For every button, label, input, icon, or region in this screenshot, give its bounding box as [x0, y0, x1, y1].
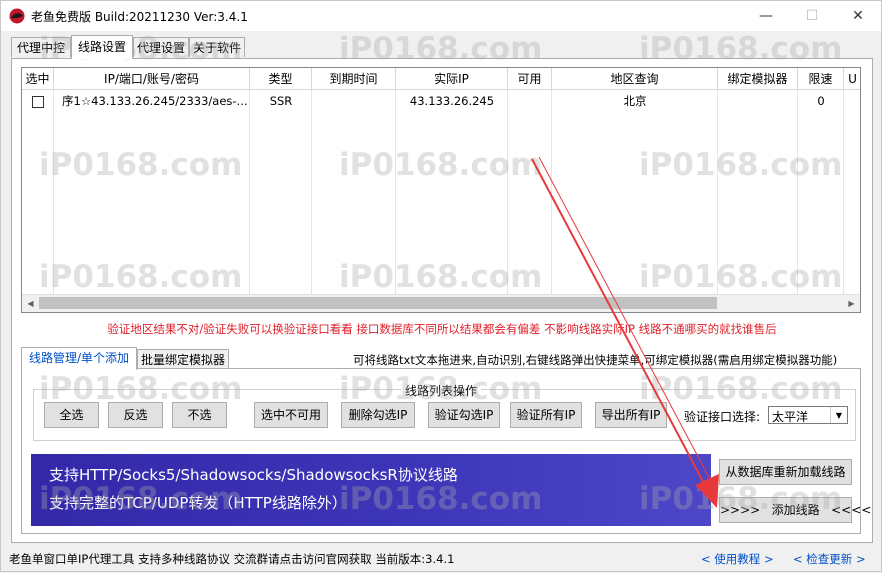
select-unavailable-button[interactable]: 选中不可用 [254, 402, 328, 428]
watermark: iP0168.com [339, 147, 543, 183]
scroll-left-icon[interactable]: ◀ [22, 295, 39, 312]
minimize-button[interactable]: — [743, 1, 789, 31]
column-u[interactable]: U [844, 68, 860, 90]
verify-warning-text: 验证地区结果不对/验证失败可以换验证接口看看 接口数据库不同所以结果都会有偏差 … [107, 322, 777, 336]
cell-emulator [718, 90, 798, 112]
watermark: iP0168.com [39, 481, 243, 517]
cell-u [844, 90, 860, 112]
cell-region: 北京 [623, 94, 647, 108]
fish-logo-icon [9, 8, 25, 24]
verify-api-label: 验证接口选择: [684, 410, 761, 424]
tab-line-settings[interactable]: 线路设置 [71, 35, 133, 59]
cell-expire [312, 90, 396, 112]
verify-api-select[interactable]: 太平洋 ▼ [768, 406, 848, 424]
column-region[interactable]: 地区查询 [552, 68, 718, 90]
chevron-down-icon[interactable]: ▼ [830, 407, 847, 423]
table-row[interactable]: 序1☆43.133.26.245/2333/aes-... SSR 43.133… [22, 90, 860, 112]
check-update-link[interactable]: < 检查更新 > [793, 551, 866, 567]
column-ip[interactable]: IP/端口/账号/密码 [54, 68, 250, 90]
watermark: iP0168.com [639, 371, 843, 407]
watermark: iP0168.com [639, 31, 843, 67]
column-expire[interactable]: 到期时间 [312, 68, 396, 90]
watermark: iP0168.com [339, 371, 543, 407]
watermark: iP0168.com [339, 481, 543, 517]
watermark: iP0168.com [39, 147, 243, 183]
cell-real-ip: 43.133.26.245 [409, 94, 495, 108]
tab-bind-emulator[interactable]: 批量绑定模拟器 [137, 349, 229, 369]
close-button[interactable]: ✕ [835, 1, 881, 31]
table-header: 选中 IP/端口/账号/密码 类型 到期时间 实际IP 可用 地区查询 绑定模拟… [22, 68, 860, 90]
watermark: iP0168.com [39, 371, 243, 407]
verify-api-value: 太平洋 [772, 410, 809, 424]
cell-type: SSR [269, 94, 293, 108]
scroll-right-icon[interactable]: ▶ [843, 295, 860, 312]
drag-hint-text: 可将线路txt文本拖进来,自动识别,右键线路弹出快捷菜单,可绑定模拟器(需启用绑… [353, 353, 838, 367]
column-available[interactable]: 可用 [508, 68, 552, 90]
tutorial-link[interactable]: < 使用教程 > [701, 551, 774, 567]
column-speed-limit[interactable]: 限速 [798, 68, 844, 90]
row-checkbox[interactable] [32, 95, 44, 108]
column-real-ip[interactable]: 实际IP [396, 68, 508, 90]
cell-ip: 序1☆43.133.26.245/2333/aes-... [62, 94, 248, 108]
watermark: iP0168.com [639, 259, 843, 295]
horizontal-scrollbar[interactable]: ◀ ▶ [22, 294, 860, 312]
tab-line-manage[interactable]: 线路管理/单个添加 [21, 347, 137, 370]
column-select[interactable]: 选中 [22, 68, 54, 90]
cell-available [508, 90, 552, 112]
status-text: 老鱼单窗口单IP代理工具 支持多种线路协议 交流群请点击访问官网获取 当前版本:… [9, 552, 455, 566]
cell-speed-limit: 0 [817, 94, 825, 108]
window-title: 老鱼免费版 Build:20211230 Ver:3.4.1 [31, 10, 248, 24]
maximize-button[interactable]: ☐ [789, 1, 835, 31]
watermark: iP0168.com [39, 31, 243, 67]
watermark: iP0168.com [639, 481, 843, 517]
main-window: 老鱼免费版 Build:20211230 Ver:3.4.1 — ☐ ✕ 代理中… [0, 0, 882, 572]
scroll-thumb[interactable] [39, 297, 717, 309]
watermark: iP0168.com [39, 259, 243, 295]
row-checkbox-cell[interactable] [22, 90, 54, 112]
column-emulator[interactable]: 绑定模拟器 [718, 68, 798, 90]
watermark: iP0168.com [339, 259, 543, 295]
watermark: iP0168.com [339, 31, 543, 67]
column-type[interactable]: 类型 [250, 68, 312, 90]
watermark: iP0168.com [639, 147, 843, 183]
